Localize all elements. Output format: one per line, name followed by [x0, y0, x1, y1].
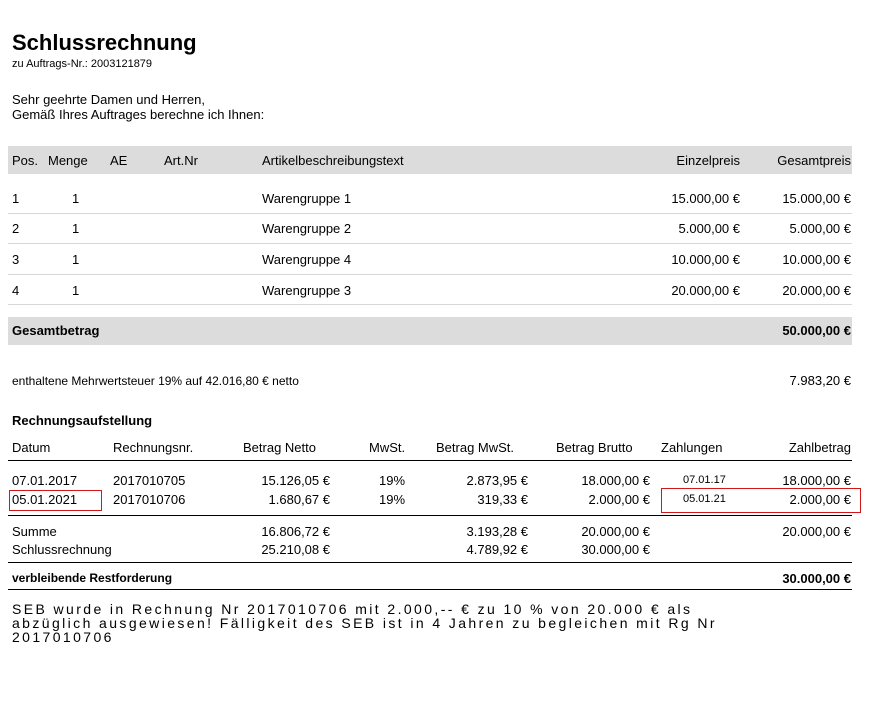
row-pos: 1	[12, 191, 20, 206]
row-pos: 3	[12, 252, 20, 267]
schluss-brutto: 30.000,00 €	[581, 542, 650, 557]
rest-overline	[8, 562, 852, 563]
row-brutto: 2.000,00 €	[588, 492, 650, 507]
col-header-datum: Datum	[12, 440, 51, 455]
schluss-label: Schlussrechnung	[12, 542, 112, 557]
schluss-netto: 25.210,08 €	[261, 542, 330, 557]
col-header-brutto: Betrag Brutto	[556, 440, 633, 455]
summe-netto: 16.806,72 €	[261, 524, 330, 539]
highlight-box-datum	[9, 490, 102, 511]
row-betrag-mwst: 319,33 €	[477, 492, 528, 507]
vat-label: enthaltene Mehrwertsteuer 19% auf 42.016…	[12, 374, 299, 388]
row-netto: 15.126,05 €	[261, 473, 330, 488]
row-zahlungen: 07.01.17	[683, 474, 726, 486]
summe-label: Summe	[12, 524, 57, 539]
col-header-menge: Menge	[48, 153, 88, 168]
col-header-mwst: MwSt.	[369, 440, 406, 455]
note-line-3: 2017010706	[12, 629, 114, 645]
row-menge: 1	[72, 221, 80, 236]
col-header-zahlbetrag: Zahlbetrag	[788, 440, 851, 455]
order-reference: zu Auftrags-Nr.: 2003121879	[12, 58, 153, 70]
header-underline	[8, 460, 852, 461]
row-rechnungsnr: 2017010705	[113, 473, 186, 488]
row-gesamtpreis: 15.000,00 €	[782, 191, 851, 206]
row-menge: 1	[72, 283, 80, 298]
document-title: Schlussrechnung	[12, 30, 197, 55]
row-beschreibung: Warengruppe 1	[262, 191, 352, 206]
row-beschreibung: Warengruppe 4	[262, 252, 352, 267]
row-einzelpreis: 10.000,00 €	[671, 252, 740, 267]
statement-title: Rechnungsaufstellung	[12, 413, 153, 428]
greeting: Sehr geehrte Damen und Herren, Gemäß Ihr…	[12, 92, 264, 122]
rest-value: 30.000,00 €	[782, 571, 851, 586]
col-header-pos: Pos.	[12, 153, 39, 168]
row-gesamtpreis: 10.000,00 €	[782, 252, 851, 267]
summe-zahlbetrag: 20.000,00 €	[782, 524, 851, 539]
rest-label: verbleibende Restforderung	[12, 571, 173, 585]
col-header-netto: Betrag Netto	[243, 440, 316, 455]
summe-betrag-mwst: 3.193,28 €	[466, 524, 528, 539]
note-line-2: abzüglich ausgewiesen! Fälligkeit des SE…	[12, 615, 717, 631]
row-gesamtpreis: 20.000,00 €	[782, 283, 851, 298]
greeting-line-1: Sehr geehrte Damen und Herren,	[12, 92, 205, 107]
col-header-ae: AE	[110, 153, 128, 168]
col-header-rechnungsnr: Rechnungsnr.	[113, 440, 194, 455]
row-einzelpreis: 5.000,00 €	[678, 221, 740, 236]
row-menge: 1	[72, 191, 80, 206]
col-header-betrag-mwst: Betrag MwSt.	[436, 440, 515, 455]
row-beschreibung: Warengruppe 2	[262, 221, 352, 236]
greeting-line-2: Gemäß Ihres Auftrages berechne ich Ihnen…	[12, 107, 265, 122]
col-header-einzelpreis: Einzelpreis	[676, 153, 740, 168]
col-header-gesamtpreis: Gesamtpreis	[777, 153, 851, 168]
note-text: SEB wurde in Rechnung Nr 2017010706 mit …	[12, 602, 717, 644]
total-bar	[8, 317, 852, 345]
schluss-betrag-mwst: 4.789,92 €	[466, 542, 528, 557]
rest-underline	[8, 589, 852, 590]
row-einzelpreis: 20.000,00 €	[671, 283, 740, 298]
row-einzelpreis: 15.000,00 €	[671, 191, 740, 206]
row-divider	[8, 304, 852, 305]
sum-overline	[8, 515, 852, 516]
row-menge: 1	[72, 252, 80, 267]
row-brutto: 18.000,00 €	[581, 473, 650, 488]
col-header-zahlungen: Zahlungen	[661, 440, 723, 455]
row-divider	[8, 243, 852, 244]
total-label: Gesamtbetrag	[12, 323, 100, 338]
vat-value: 7.983,20 €	[789, 373, 851, 388]
total-value: 50.000,00 €	[782, 323, 851, 338]
row-rechnungsnr: 2017010706	[113, 492, 186, 507]
row-mwst: 19%	[379, 492, 406, 507]
note-line-1: SEB wurde in Rechnung Nr 2017010706 mit …	[12, 601, 693, 617]
row-pos: 4	[12, 283, 20, 298]
row-betrag-mwst: 2.873,95 €	[466, 473, 528, 488]
row-netto: 1.680,67 €	[268, 492, 330, 507]
row-pos: 2	[12, 221, 20, 236]
col-header-artnr: Art.Nr	[164, 153, 198, 168]
highlight-box-payment	[661, 488, 861, 513]
row-datum: 07.01.2017	[12, 473, 78, 488]
row-beschreibung: Warengruppe 3	[262, 283, 352, 298]
summe-brutto: 20.000,00 €	[581, 524, 650, 539]
row-zahlbetrag: 18.000,00 €	[782, 473, 851, 488]
row-divider	[8, 274, 852, 275]
row-mwst: 19%	[379, 473, 406, 488]
row-gesamtpreis: 5.000,00 €	[789, 221, 851, 236]
row-divider	[8, 213, 852, 214]
col-header-beschreibung: Artikelbeschreibungstext	[262, 153, 404, 168]
